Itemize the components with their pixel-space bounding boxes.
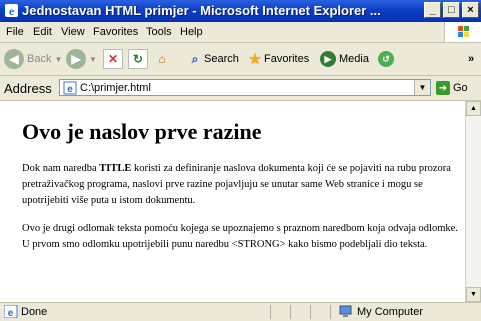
go-icon: ➜ [436, 81, 450, 95]
chevron-down-icon: ▼ [54, 54, 63, 64]
status-text: Done [21, 305, 48, 318]
search-icon: ⌕ [191, 51, 199, 66]
address-bar: Address e C:\primjer.html ▼ ➜ Go [0, 76, 481, 101]
go-label: Go [453, 82, 468, 94]
svg-text:e: e [8, 308, 14, 318]
chevron-down-icon[interactable]: ▼ [414, 80, 430, 95]
favorites-button[interactable]: ★ Favorites [246, 48, 309, 70]
toolbar-overflow[interactable]: » [468, 48, 474, 70]
browser-window: e Jednostavan HTML primjer - Microsoft I… [0, 0, 481, 321]
computer-icon [339, 305, 352, 317]
toolbar: ◀ Back ▼ ▶ ▼ ✕ ↻ ⌂ ⌕ Search ★ Favorites … [0, 43, 481, 76]
windows-logo-icon [444, 22, 481, 42]
back-icon: ◀ [4, 49, 24, 69]
go-button[interactable]: ➜ Go [436, 81, 468, 95]
history-icon: ↺ [378, 51, 394, 67]
search-button[interactable]: ⌕ Search [186, 48, 239, 70]
page-heading: Ovo je naslov prve razine [22, 119, 262, 144]
minimize-button[interactable]: _ [424, 2, 441, 18]
forward-button[interactable]: ▶ ▼ [66, 48, 97, 70]
ie-icon: e [4, 305, 18, 318]
home-icon: ⌂ [158, 52, 166, 66]
history-button[interactable]: ↺ [378, 48, 397, 70]
refresh-icon: ↻ [128, 49, 148, 69]
address-label: Address [4, 81, 52, 96]
vertical-scrollbar[interactable]: ▲ ▼ [465, 101, 481, 302]
back-button[interactable]: ◀ Back ▼ [4, 48, 62, 70]
menu-help[interactable]: Help [180, 26, 203, 38]
address-input[interactable]: e C:\primjer.html ▼ [59, 79, 431, 96]
page-icon: e [63, 81, 77, 95]
svg-text:e: e [9, 4, 15, 18]
status-divider [290, 305, 291, 319]
favorites-label: Favorites [264, 53, 310, 65]
status-divider [270, 305, 271, 319]
scroll-up-icon[interactable]: ▲ [466, 101, 481, 116]
zone-label: My Computer [357, 305, 424, 318]
paragraph-1-text-a: Dok nam naredba [22, 163, 100, 174]
window-title: Jednostavan HTML primjer - Microsoft Int… [22, 3, 381, 18]
favorites-icon: ★ [248, 51, 262, 68]
menu-tools[interactable]: Tools [146, 26, 172, 38]
chevron-down-icon: ▼ [89, 54, 97, 64]
menu-edit[interactable]: Edit [33, 26, 52, 38]
ie-icon: e [5, 4, 18, 18]
menu-file[interactable]: File [6, 26, 24, 38]
paragraph-1-bold: TITLE [99, 163, 132, 174]
status-done: e Done [4, 305, 47, 318]
menu-bar: File Edit View Favorites Tools Help [0, 22, 481, 43]
title-bar[interactable]: e Jednostavan HTML primjer - Microsoft I… [0, 0, 481, 22]
scroll-down-icon[interactable]: ▼ [466, 287, 481, 302]
status-bar: e Done My Computer [0, 302, 481, 321]
forward-icon: ▶ [66, 49, 86, 69]
stop-icon: ✕ [103, 49, 123, 69]
search-label: Search [204, 53, 239, 65]
stop-button[interactable]: ✕ [103, 48, 123, 70]
maximize-button[interactable]: □ [443, 2, 460, 18]
media-icon: ▶ [320, 51, 336, 67]
status-divider [310, 305, 311, 319]
menu-view[interactable]: View [61, 26, 85, 38]
status-divider [330, 305, 331, 319]
svg-text:e: e [67, 84, 73, 95]
page-content: Ovo je naslov prve razine Dok nam naredb… [0, 101, 465, 302]
media-label: Media [339, 53, 369, 65]
status-zone: My Computer [338, 305, 423, 318]
menu-favorites[interactable]: Favorites [93, 26, 138, 38]
paragraph-1: Dok nam naredba TITLE koristi za definir… [22, 161, 462, 209]
media-button[interactable]: ▶ Media [320, 48, 369, 70]
document: Ovo je naslov prve razine Dok nam naredb… [22, 107, 462, 265]
home-button[interactable]: ⌂ [153, 48, 171, 70]
address-value: C:\primjer.html [80, 81, 151, 94]
back-label: Back [27, 53, 52, 65]
close-button[interactable]: × [462, 2, 479, 18]
paragraph-2: Ovo je drugi odlomak teksta pomoću kojeg… [22, 223, 458, 250]
refresh-button[interactable]: ↻ [128, 48, 148, 70]
